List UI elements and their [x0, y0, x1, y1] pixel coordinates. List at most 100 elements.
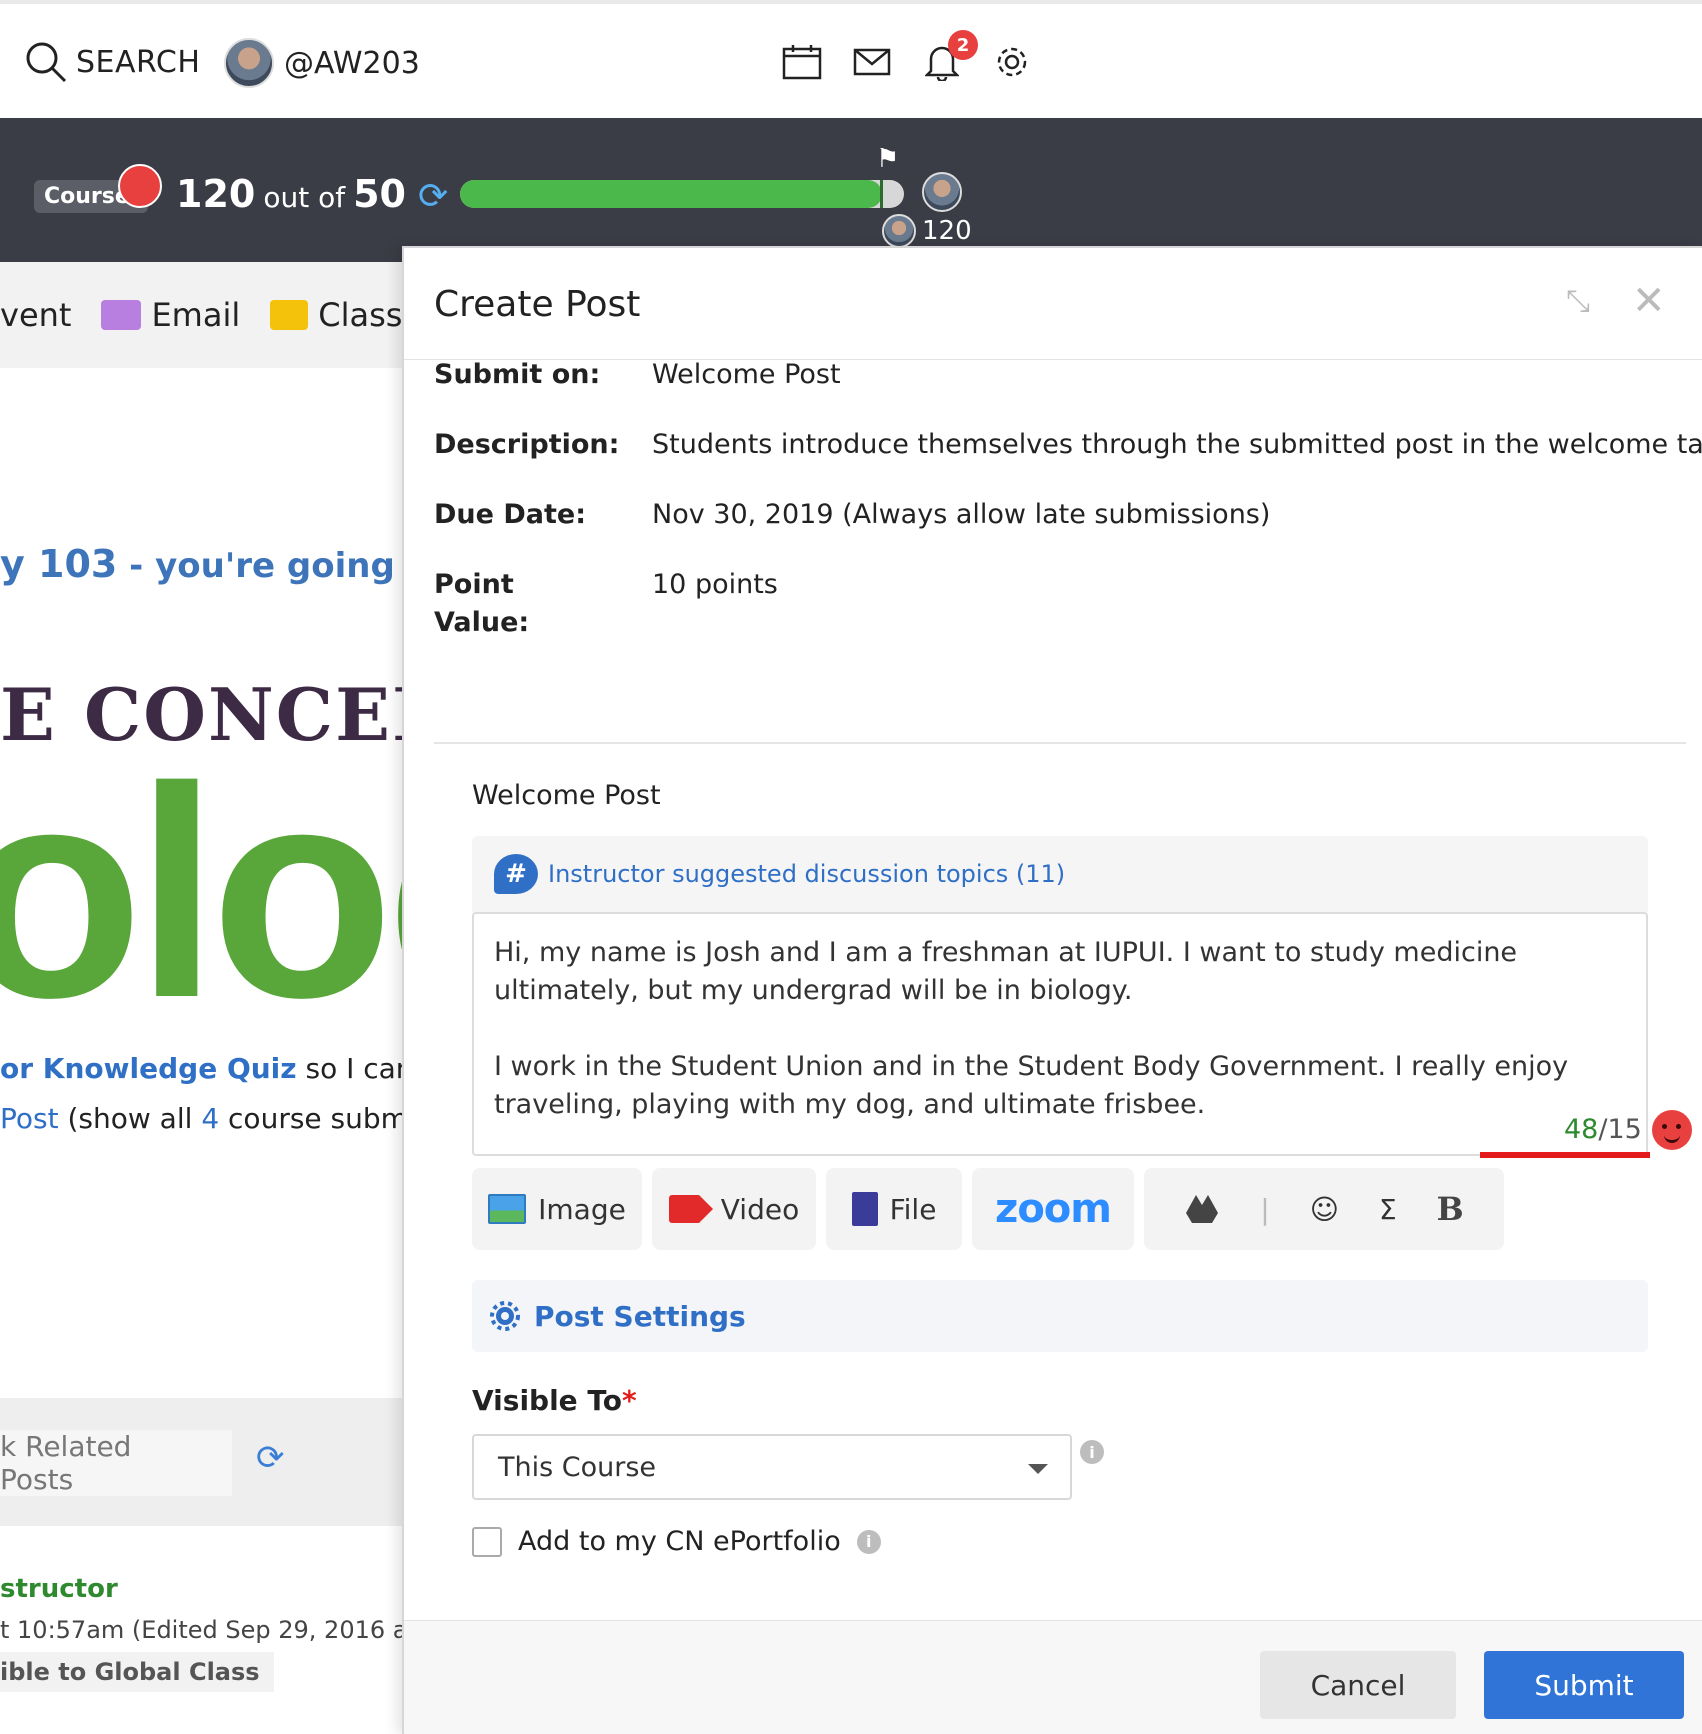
pomegranate-icon [118, 164, 162, 208]
search-button[interactable]: SEARCH [24, 40, 200, 84]
post-settings-toggle[interactable]: Post Settings [472, 1280, 1648, 1352]
refresh-icon[interactable]: ⟳ [256, 1438, 285, 1478]
post-timestamp: t 10:57am (Edited Sep 29, 2016 at 2 [0, 1616, 404, 1644]
info-icon[interactable]: i [856, 1529, 881, 1554]
info-icon[interactable]: i [1080, 1440, 1104, 1464]
post-paragraph-1: Hi, my name is Josh and I am a freshman … [494, 937, 1518, 1006]
user-score: 120 [922, 216, 972, 246]
pomegranate-face-icon [1651, 1110, 1692, 1150]
post-editor[interactable]: Hi, my name is Josh and I am a freshman … [472, 912, 1692, 1156]
calendar-icon [782, 45, 822, 80]
task-name: Welcome Post [472, 780, 661, 811]
points-summary: 120 out of 50 [176, 172, 406, 216]
video-camera-icon [270, 300, 309, 330]
submission-count-link[interactable]: 4 [201, 1102, 219, 1135]
editor-toolbar: Image Video File zoom | ☺ Σ B [472, 1168, 1504, 1250]
settings-button[interactable] [990, 40, 1034, 84]
line2-rest: course submiss [228, 1102, 404, 1135]
point-label-line1: Point [434, 569, 514, 600]
progress-band: Course 120 out of 50 ⟳ ⚑ 120 [0, 118, 1702, 262]
avatar-user-position [882, 214, 916, 248]
progress-fill [460, 180, 882, 208]
avatar [224, 38, 274, 88]
refresh-icon[interactable]: ⟳ [418, 176, 448, 217]
course-tabs: vent Email ClassC [0, 262, 404, 368]
notification-badge: 2 [948, 30, 978, 60]
modal-header: Create Post ⤡ ✕ [404, 248, 1702, 360]
zoom-button[interactable]: zoom [972, 1168, 1134, 1250]
file-button[interactable]: File [826, 1168, 962, 1250]
eportfolio-checkbox[interactable] [472, 1526, 502, 1557]
word-counter: 48/15 [1564, 1110, 1692, 1150]
toolbar-separator: | [1260, 1192, 1270, 1226]
notifications-button[interactable]: 2 [920, 30, 978, 84]
envelope-icon [101, 300, 142, 330]
user-profile-link[interactable]: @AW203 [224, 38, 420, 88]
gear-icon [997, 47, 1027, 77]
topics-label: Instructor suggested discussion topics (… [548, 860, 1066, 888]
due-date-value: Nov 30, 2019 (Always allow late submissi… [652, 499, 1271, 530]
submit-on-value: Welcome Post [652, 359, 841, 390]
required-marker: * [622, 1384, 637, 1417]
more-tools-group: | ☺ Σ B [1144, 1168, 1504, 1250]
hashtag-icon: # [494, 854, 538, 894]
sigma-icon[interactable]: Σ [1379, 1193, 1397, 1226]
point-value-row: Point Value: 10 points [434, 566, 778, 642]
emoji-icon[interactable]: ☺ [1310, 1193, 1339, 1226]
video-button[interactable]: Video [652, 1168, 816, 1250]
progress-goal-marker [880, 180, 883, 208]
point-value-label: Point Value: [434, 566, 652, 642]
gear-icon [490, 1301, 520, 1331]
image-icon [488, 1194, 527, 1224]
quiz-link[interactable]: or Knowledge Quiz [0, 1052, 297, 1085]
tab-class-label: ClassC [318, 296, 404, 334]
description-label: Description: [434, 429, 620, 460]
visible-to-select[interactable]: This Course [472, 1434, 1072, 1500]
tab-event[interactable]: vent [0, 296, 71, 334]
course-text-line-1: or Knowledge Quiz so I can rev [0, 1052, 404, 1085]
search-label: SEARCH [76, 44, 201, 80]
cancel-button[interactable]: Cancel [1260, 1651, 1456, 1719]
zoom-logo: zoom [995, 1186, 1112, 1232]
header-icons: 2 [780, 30, 1034, 84]
tab-class-connect[interactable]: ClassC [270, 296, 404, 334]
course-text-line-2: Post (show all 4 course submiss [0, 1102, 404, 1135]
visible-to-value: This Course [498, 1451, 657, 1483]
point-label-line2: Value: [434, 606, 530, 638]
google-drive-icon[interactable] [1184, 1193, 1220, 1225]
visible-to-text: Visible To [472, 1384, 623, 1417]
line2-text: (show all [58, 1102, 202, 1135]
image-label: Image [538, 1192, 626, 1226]
modal-title: Create Post [434, 284, 641, 325]
avatar-goal [922, 172, 962, 212]
due-date-label: Due Date: [434, 499, 586, 530]
calendar-button[interactable] [780, 40, 824, 84]
due-date-row: Due Date: Nov 30, 2019 (Always allow lat… [434, 496, 1270, 534]
visibility-badge: ible to Global Class [0, 1652, 274, 1692]
modal-footer: Cancel Submit [404, 1620, 1702, 1734]
line1-text: so I can rev [305, 1052, 404, 1085]
close-icon[interactable]: ✕ [1632, 278, 1666, 324]
image-button[interactable]: Image [472, 1168, 642, 1250]
divider [434, 742, 1686, 744]
related-posts-button[interactable]: k Related Posts [0, 1430, 232, 1496]
discussion-topics-link[interactable]: # Instructor suggested discussion topics… [472, 836, 1648, 912]
tab-event-label: vent [0, 296, 72, 334]
tab-email[interactable]: Email [101, 296, 240, 334]
chevron-down-icon [1028, 1464, 1048, 1474]
submit-button[interactable]: Submit [1484, 1651, 1684, 1719]
points-target: 50 [353, 172, 406, 216]
messages-button[interactable] [850, 40, 894, 84]
mail-icon [853, 48, 891, 76]
video-icon [668, 1195, 713, 1223]
course-page-background: vent Email ClassC y 103 - you're going t… [0, 262, 404, 1734]
file-label: File [889, 1192, 937, 1226]
bold-icon[interactable]: B [1437, 1190, 1464, 1228]
minimize-icon[interactable]: ⤡ [1566, 284, 1590, 319]
post-link[interactable]: Post [0, 1102, 59, 1135]
tab-email-label: Email [151, 296, 241, 334]
finish-flag-icon: ⚑ [876, 144, 900, 174]
progress-bar [460, 180, 904, 208]
course-tagline: - you're going to lea [129, 546, 404, 586]
annotation-underline [1480, 1152, 1650, 1158]
